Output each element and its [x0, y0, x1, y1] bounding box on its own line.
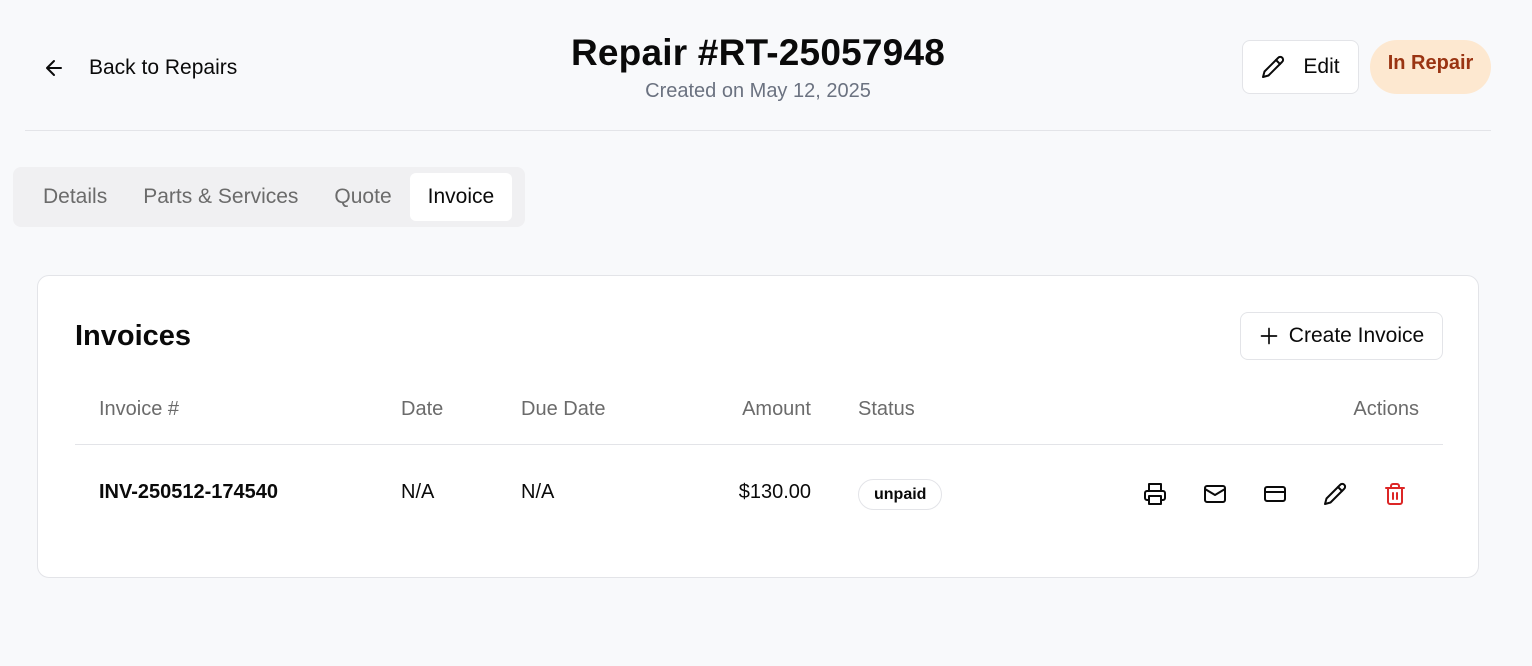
page-header: Back to Repairs Repair #RT-25057948 Crea…	[25, 0, 1491, 131]
invoice-date: N/A	[401, 481, 435, 503]
invoices-card: Invoices Create Invoice Invoice # Date D…	[37, 275, 1479, 578]
credit-card-icon	[1264, 486, 1286, 502]
print-invoice-button[interactable]	[1141, 480, 1169, 508]
email-invoice-button[interactable]	[1201, 480, 1229, 508]
tab-details[interactable]: Details	[25, 173, 125, 221]
trash-icon	[1385, 483, 1405, 505]
invoices-table: Invoice # Date Due Date Amount Status Ac…	[75, 376, 1443, 545]
invoice-due-date: N/A	[521, 481, 555, 503]
pencil-icon	[1262, 55, 1285, 78]
invoice-number: INV-250512-174540	[99, 481, 279, 503]
mail-icon	[1204, 485, 1226, 503]
plus-icon	[1260, 327, 1278, 345]
back-to-repairs-link[interactable]: Back to Repairs	[42, 50, 237, 86]
record-payment-button[interactable]	[1261, 480, 1289, 508]
table-row: INV-250512-174540 N/A N/A $130.00 unpaid	[75, 445, 1443, 545]
create-invoice-button[interactable]: Create Invoice	[1240, 312, 1443, 360]
tab-invoice[interactable]: Invoice	[409, 173, 513, 221]
edit-label: Edit	[1303, 55, 1340, 78]
arrow-left-icon	[46, 60, 62, 76]
back-label: Back to Repairs	[89, 56, 238, 79]
invoices-title: Invoices	[75, 320, 192, 352]
edit-button[interactable]: Edit	[1242, 40, 1359, 94]
delete-invoice-button[interactable]	[1381, 480, 1409, 508]
invoice-amount: $130.00	[738, 481, 811, 503]
col-actions: Actions	[1353, 398, 1419, 420]
tab-parts-services[interactable]: Parts & Services	[125, 173, 316, 221]
tab-bar: Details Parts & Services Quote Invoice	[13, 167, 525, 227]
printer-icon	[1144, 483, 1166, 505]
invoice-status-badge: unpaid	[858, 479, 943, 510]
col-status: Status	[858, 398, 915, 420]
create-invoice-label: Create Invoice	[1288, 324, 1425, 347]
col-amount: Amount	[742, 398, 811, 420]
edit-invoice-button[interactable]	[1321, 480, 1349, 508]
status-badge: In Repair	[1370, 40, 1491, 94]
col-invoice-number: Invoice #	[99, 398, 180, 420]
col-date: Date	[401, 398, 444, 420]
col-due-date: Due Date	[521, 398, 606, 420]
pencil-icon	[1324, 482, 1347, 505]
tab-quote[interactable]: Quote	[316, 173, 409, 221]
table-header: Invoice # Date Due Date Amount Status Ac…	[75, 376, 1443, 445]
